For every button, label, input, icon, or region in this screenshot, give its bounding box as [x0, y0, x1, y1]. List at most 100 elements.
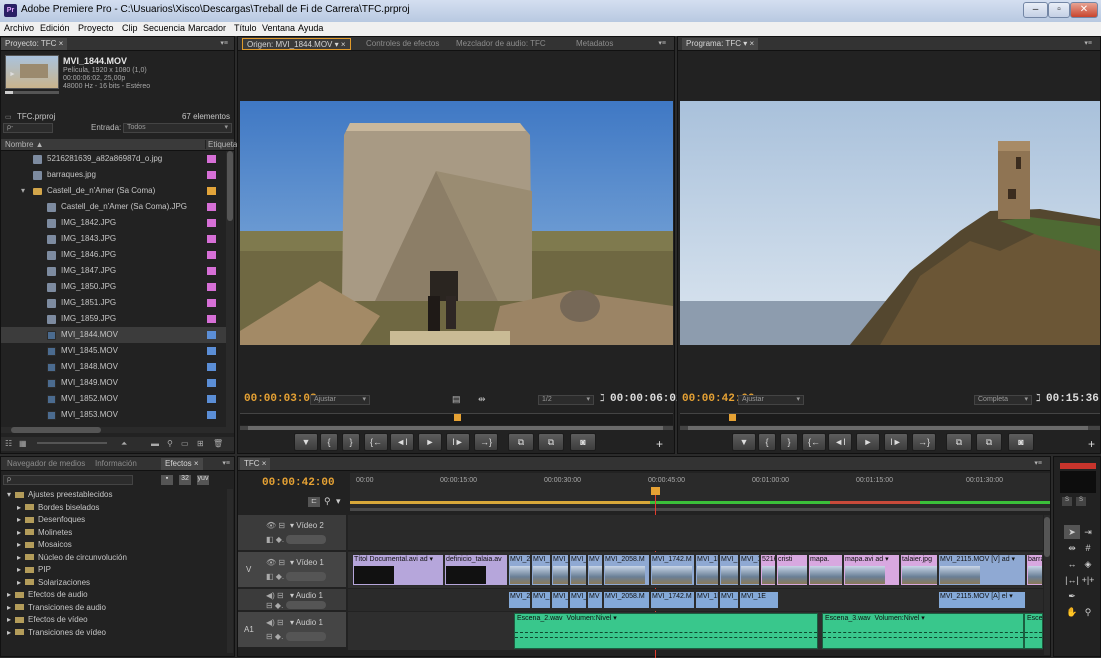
track-name-video2[interactable]: ▾ Vídeo 2: [290, 521, 324, 530]
zoom-slider[interactable]: [37, 442, 107, 444]
video-clip[interactable]: definicio_talaia.av: [444, 554, 508, 586]
audio-clip[interactable]: MVI_: [719, 591, 739, 609]
video-clip[interactable]: MV: [587, 554, 603, 586]
expand-triangle-icon[interactable]: ▸: [17, 503, 21, 512]
volume-level-dropdown[interactable]: Volumen:Nivel ▾: [567, 615, 617, 622]
expand-triangle-icon[interactable]: ▸: [7, 590, 11, 599]
keyframe-icon[interactable]: ⊟ ◆.: [266, 632, 283, 641]
audio-clip[interactable]: MVI_2115.MOV [A] el ▾: [938, 591, 1026, 609]
lift-button[interactable]: ⧉: [946, 433, 972, 451]
effects-folder-row[interactable]: ▸ Molinetes: [17, 527, 72, 539]
program-playhead[interactable]: [729, 414, 737, 421]
column-label[interactable]: Etiqueta: [205, 140, 237, 149]
effects-folder-row[interactable]: ▸ Solarizaciones: [17, 577, 90, 589]
audio-clip[interactable]: Escen: [1024, 613, 1043, 649]
effects-folder-row[interactable]: ▸ Transiciones de vídeo: [7, 627, 106, 639]
video-clip[interactable]: mapa.avi ad ▾: [843, 554, 900, 586]
track-area-video2[interactable]: [348, 515, 1043, 551]
menu-secuencia[interactable]: Secuencia: [143, 23, 185, 33]
effects-folder-row[interactable]: ▸ Efectos de vídeo: [7, 614, 88, 626]
video-clip[interactable]: MVI_1: [531, 554, 551, 586]
new-item-icon[interactable]: ⊞: [197, 439, 204, 448]
play-button[interactable]: ►: [418, 433, 442, 451]
audio-clip[interactable]: MVI_: [569, 591, 587, 609]
rolling-edit-tool-icon[interactable]: #: [1080, 541, 1096, 555]
mark-in-button[interactable]: {: [320, 433, 338, 451]
solo-right-button[interactable]: S: [1076, 497, 1086, 506]
effects-search-input[interactable]: ρ: [3, 475, 133, 485]
list-view-icon[interactable]: ☷: [5, 439, 12, 448]
snap-icon[interactable]: ⊏: [308, 497, 320, 507]
close-button[interactable]: ✕: [1070, 2, 1098, 18]
video-clip[interactable]: MVI_2115.MOV [V] ad ▾: [938, 554, 1026, 586]
step-back-button[interactable]: ◄I: [390, 433, 414, 451]
video-clip[interactable]: MVI_1: [739, 554, 760, 586]
project-folder-row[interactable]: ▾ Castell_de_n'Amer (Sa Coma): [1, 183, 226, 199]
panel-menu-icon[interactable]: ▾≡: [658, 39, 666, 47]
menu-edicion[interactable]: Edición: [40, 23, 70, 33]
video-clip[interactable]: MVI_2: [508, 554, 531, 586]
pen-tool-icon[interactable]: ✒: [1064, 589, 1080, 603]
volume-level-dropdown[interactable]: Volumen:Nivel ▾: [875, 615, 925, 622]
program-timeline-ruler[interactable]: [680, 413, 1100, 425]
find-icon[interactable]: ⚲: [167, 439, 173, 448]
trash-icon[interactable]: 🗑: [213, 439, 223, 448]
settings-wrench-icon[interactable]: ℷ: [600, 393, 605, 404]
razor-tool-icon[interactable]: ◈: [1080, 557, 1096, 571]
source-track-v[interactable]: V: [246, 565, 251, 574]
tab-source[interactable]: Origen: MVI_1844.MOV ▾ ×: [242, 38, 351, 50]
go-to-in-button[interactable]: {←: [802, 433, 826, 451]
mark-out-button[interactable]: }: [342, 433, 360, 451]
project-scrollbar[interactable]: [226, 151, 234, 427]
audio-clip[interactable]: MVI_1: [531, 591, 551, 609]
play-thumbnail-icon[interactable]: ►: [9, 71, 16, 78]
video-clip[interactable]: Títol Documental.avi ad ▾: [352, 554, 444, 586]
video-clip[interactable]: MVI_1E: [695, 554, 719, 586]
automate-icon[interactable]: ⏶: [121, 439, 127, 449]
tab-effects[interactable]: Efectos ×: [161, 458, 203, 470]
solo-left-button[interactable]: S: [1062, 497, 1072, 506]
expand-triangle-icon[interactable]: ▸: [7, 603, 11, 612]
project-item-row[interactable]: IMG_1859.JPG: [1, 311, 226, 327]
source-playhead[interactable]: [453, 414, 461, 421]
step-forward-button[interactable]: I►: [446, 433, 470, 451]
button-editor-icon[interactable]: +: [656, 437, 663, 451]
panel-menu-icon[interactable]: ▾≡: [1034, 459, 1042, 467]
expand-triangle-icon[interactable]: ▸: [7, 628, 11, 637]
video-clip[interactable]: MVI_: [719, 554, 739, 586]
slip-tool-icon[interactable]: |↔|: [1064, 573, 1080, 587]
menu-ayuda[interactable]: Ayuda: [298, 23, 323, 33]
resolution-dropdown[interactable]: 1/2 ▾: [538, 395, 594, 405]
tab-media-browser[interactable]: Navegador de medios: [3, 458, 89, 470]
tab-metadata[interactable]: Metadatos: [572, 38, 617, 50]
panel-menu-icon[interactable]: ▾≡: [1084, 39, 1092, 47]
project-item-row[interactable]: MVI_1848.MOV: [1, 359, 226, 375]
work-area-bar[interactable]: [350, 508, 1050, 511]
keyframe-nav[interactable]: [286, 632, 326, 641]
ripple-edit-tool-icon[interactable]: ⇹: [1064, 541, 1080, 555]
audio-clip[interactable]: MVI_1742.M: [650, 591, 695, 609]
timeline-timecode[interactable]: 00:00:42:00: [262, 477, 335, 489]
project-item-row[interactable]: MVI_1852.MOV: [1, 391, 226, 407]
expand-triangle-icon[interactable]: ▸: [17, 528, 21, 537]
project-item-row[interactable]: IMG_1850.JPG: [1, 279, 226, 295]
effects-folder-row[interactable]: ▸ Transiciones de audio: [7, 602, 106, 614]
tab-project[interactable]: Proyecto: TFC ×: [1, 38, 68, 50]
bin-icon[interactable]: ▬: [151, 439, 159, 448]
export-frame-button[interactable]: ◙: [1008, 433, 1034, 451]
project-item-row[interactable]: MVI_1845.MOV: [1, 343, 226, 359]
track-select-tool-icon[interactable]: ⇥: [1080, 525, 1096, 539]
project-hscrollbar[interactable]: [1, 427, 234, 433]
keyframe-icon[interactable]: ⊟ ◆.: [266, 601, 283, 610]
column-name[interactable]: Nombre ▲: [5, 140, 44, 149]
menu-clip[interactable]: Clip: [122, 23, 138, 33]
audio-clip[interactable]: MVI_: [551, 591, 569, 609]
eye-icon[interactable]: 👁 ⊟: [266, 558, 285, 567]
overwrite-button[interactable]: ⧉: [538, 433, 564, 451]
source-zoom-bar[interactable]: [240, 426, 673, 430]
step-forward-button[interactable]: I►: [884, 433, 908, 451]
maximize-button[interactable]: ▫: [1048, 2, 1070, 18]
tab-audio-mixer[interactable]: Mezclador de audio: TFC: [452, 38, 550, 50]
program-zoom-dropdown[interactable]: Ajustar ▾: [738, 395, 804, 405]
project-item-row[interactable]: IMG_1846.JPG: [1, 247, 226, 263]
